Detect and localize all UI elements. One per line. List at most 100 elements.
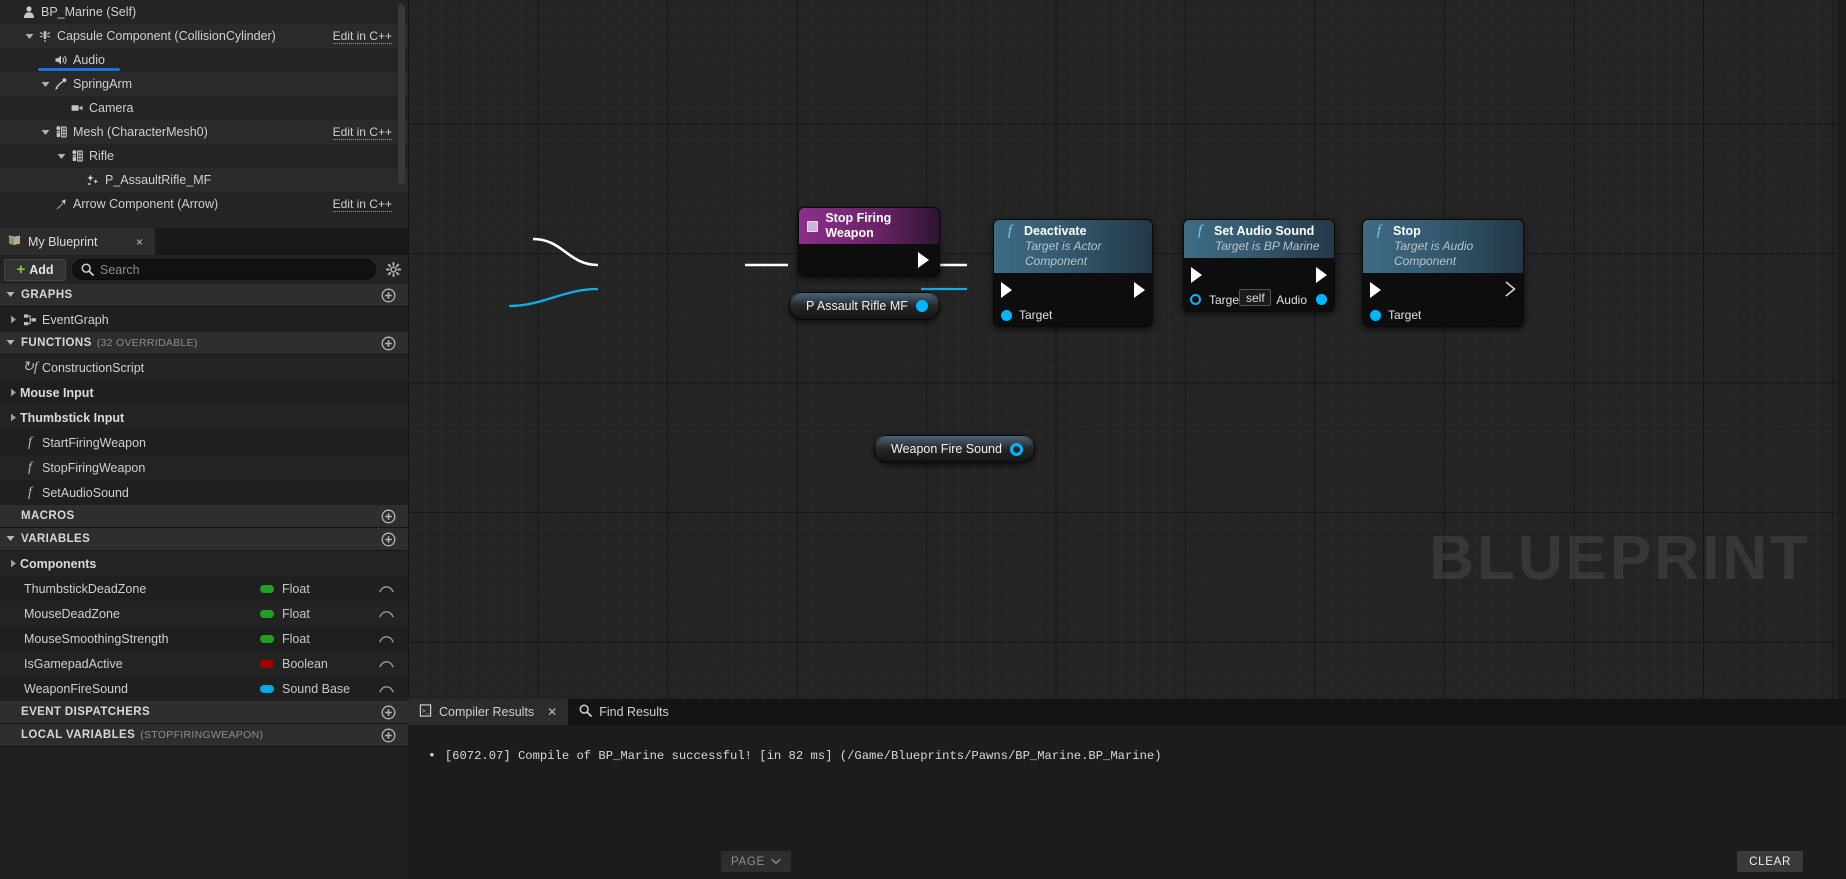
chevron-right-icon[interactable] — [6, 413, 20, 422]
list-item[interactable]: Components — [0, 551, 408, 576]
component-tree-row[interactable]: P_AssaultRifle_MF — [0, 168, 408, 192]
list-item[interactable]: Thumbstick Input — [0, 405, 408, 430]
section-title: MACROS — [21, 510, 75, 522]
component-tree-row[interactable]: BP_Marine (Self) — [0, 0, 408, 24]
list-item[interactable]: ↻f ConstructionScript — [0, 355, 408, 380]
chevron-right-icon[interactable] — [6, 315, 20, 324]
search-input[interactable] — [100, 262, 367, 277]
node-stop[interactable]: f Stop Target is Audio Component Target — [1362, 219, 1524, 327]
page-dropdown-button[interactable]: PAGE — [721, 851, 791, 872]
exec-out-pin[interactable] — [918, 252, 929, 268]
variable-name: IsGamepadActive — [24, 656, 123, 671]
eye-icon[interactable] — [379, 581, 394, 596]
exec-out-pin[interactable] — [1505, 281, 1516, 297]
node-p-assault-rifle-mf[interactable]: P Assault Rifle MF — [789, 292, 940, 320]
variable-out-pin[interactable] — [915, 300, 928, 312]
component-tree-row[interactable]: Mesh (CharacterMesh0) Edit in C++ — [0, 120, 408, 144]
exec-in-pin[interactable] — [1001, 282, 1012, 298]
particle-system-icon — [84, 173, 102, 187]
variable-out-pin[interactable] — [1009, 442, 1023, 456]
clear-button[interactable]: CLEAR — [1737, 851, 1803, 872]
edit-in-cpp-link[interactable]: Edit in C++ — [332, 197, 392, 212]
chevron-right-icon[interactable] — [6, 388, 20, 397]
component-tree-row[interactable]: Audio — [0, 48, 408, 72]
node-set-audio-sound[interactable]: f Set Audio Sound Target is BP Marine Ta… — [1183, 219, 1335, 312]
list-item[interactable]: WeaponFireSound Sound Base — [0, 676, 408, 701]
exec-in-pin[interactable] — [1191, 267, 1202, 283]
type-color-pill — [260, 684, 274, 693]
eye-icon[interactable] — [379, 606, 394, 621]
list-item[interactable]: f StopFiringWeapon — [0, 455, 408, 480]
list-item[interactable]: EventGraph — [0, 307, 408, 332]
node-deactivate[interactable]: f Deactivate Target is Actor Component T… — [993, 219, 1153, 327]
add-section-item-button[interactable] — [381, 509, 396, 524]
list-item[interactable]: MouseDeadZone Float — [0, 601, 408, 626]
target-in-pin[interactable] — [1190, 294, 1201, 305]
node-header: f Stop Target is Audio Component — [1363, 220, 1523, 273]
exec-in-pin[interactable] — [1370, 282, 1381, 298]
target-self-field[interactable]: self — [1239, 289, 1271, 306]
eye-icon[interactable] — [379, 631, 394, 646]
add-section-item-button[interactable] — [381, 288, 396, 303]
function-node-icon: f — [1007, 223, 1013, 239]
eye-icon[interactable] — [379, 681, 394, 696]
section-header-functions[interactable]: FUNCTIONS (32 OVERRIDABLE) — [0, 332, 408, 355]
add-section-item-button[interactable] — [381, 728, 396, 743]
section-header-local-variables[interactable]: LOCAL VARIABLES (STOPFIRINGWEAPON) — [0, 724, 408, 747]
component-tree-row[interactable]: Capsule Component (CollisionCylinder) Edi… — [0, 24, 408, 48]
log-entry[interactable]: • [6072.07] Compile of BP_Marine success… — [428, 748, 1162, 763]
variable-type-label: Float — [282, 631, 310, 646]
edit-in-cpp-link[interactable]: Edit in C++ — [332, 125, 392, 140]
tab-my-blueprint[interactable]: My Blueprint × — [0, 228, 155, 255]
chevron-down-icon[interactable] — [38, 129, 52, 136]
components-tree-scrollbar[interactable] — [398, 4, 405, 184]
tab-compiler-results[interactable]: >_ Compiler Results ✕ — [408, 699, 569, 725]
target-in-pin[interactable] — [1370, 310, 1381, 321]
list-item[interactable]: f SetAudioSound — [0, 480, 408, 505]
my-blueprint-list[interactable]: GRAPHS EventGraph FUNCTIONS (32 OVERRIDABL… — [0, 284, 408, 879]
list-item[interactable]: MouseSmoothingStrength Float — [0, 626, 408, 651]
eye-icon[interactable] — [379, 656, 394, 671]
component-tree-row[interactable]: Arrow Component (Arrow) Edit in C++ — [0, 192, 408, 216]
section-header-macros[interactable]: MACROS — [0, 505, 408, 528]
section-spacer — [6, 708, 15, 717]
node-body: Target — [1363, 273, 1523, 326]
close-icon[interactable]: × — [136, 235, 143, 249]
variable-type-label: Sound Base — [282, 681, 351, 696]
section-header-event-dispatchers[interactable]: EVENT DISPATCHERS — [0, 701, 408, 724]
chevron-down-icon[interactable] — [54, 153, 68, 160]
component-tree-row[interactable]: SpringArm — [0, 72, 408, 96]
left-panel: BP_Marine (Self) Capsule Component (Coll… — [0, 0, 408, 879]
gear-icon[interactable] — [382, 262, 404, 277]
add-section-item-button[interactable] — [381, 336, 396, 351]
list-item[interactable]: Mouse Input — [0, 380, 408, 405]
audio-out-pin[interactable] — [1316, 294, 1327, 305]
target-in-pin[interactable] — [1001, 310, 1012, 321]
list-item[interactable]: IsGamepadActive Boolean — [0, 651, 408, 676]
section-header-variables[interactable]: VARIABLES — [0, 528, 408, 551]
node-weapon-fire-sound[interactable]: Weapon Fire Sound — [874, 435, 1035, 463]
component-tree-row[interactable]: Camera — [0, 96, 408, 120]
chevron-down-icon[interactable] — [38, 81, 52, 88]
event-graph-canvas[interactable]: Stop Firing Weapon f Deactivate Target i… — [408, 0, 1846, 699]
chevron-right-icon[interactable] — [6, 559, 20, 568]
section-title: VARIABLES — [21, 533, 91, 545]
compiler-log-area[interactable]: • [6072.07] Compile of BP_Marine success… — [408, 725, 1846, 845]
exec-out-pin[interactable] — [1134, 282, 1145, 298]
search-box[interactable] — [72, 259, 376, 280]
tab-find-results[interactable]: Find Results — [568, 699, 679, 725]
add-section-item-button[interactable] — [381, 532, 396, 547]
list-item[interactable]: ThumbstickDeadZone Float — [0, 576, 408, 601]
edit-in-cpp-link[interactable]: Edit in C++ — [332, 29, 392, 44]
exec-out-pin[interactable] — [1316, 267, 1327, 283]
close-icon[interactable]: ✕ — [547, 705, 557, 719]
chevron-down-icon[interactable] — [22, 33, 36, 40]
svg-text:>_: >_ — [422, 708, 430, 715]
component-tree-row[interactable]: Rifle — [0, 144, 408, 168]
list-item[interactable]: f StartFiringWeapon — [0, 430, 408, 455]
compiler-results-icon: >_ — [419, 704, 432, 720]
add-section-item-button[interactable] — [381, 705, 396, 720]
section-header-graphs[interactable]: GRAPHS — [0, 284, 408, 307]
add-button[interactable]: + Add — [4, 258, 66, 281]
node-stop-firing-weapon[interactable]: Stop Firing Weapon — [798, 207, 940, 277]
